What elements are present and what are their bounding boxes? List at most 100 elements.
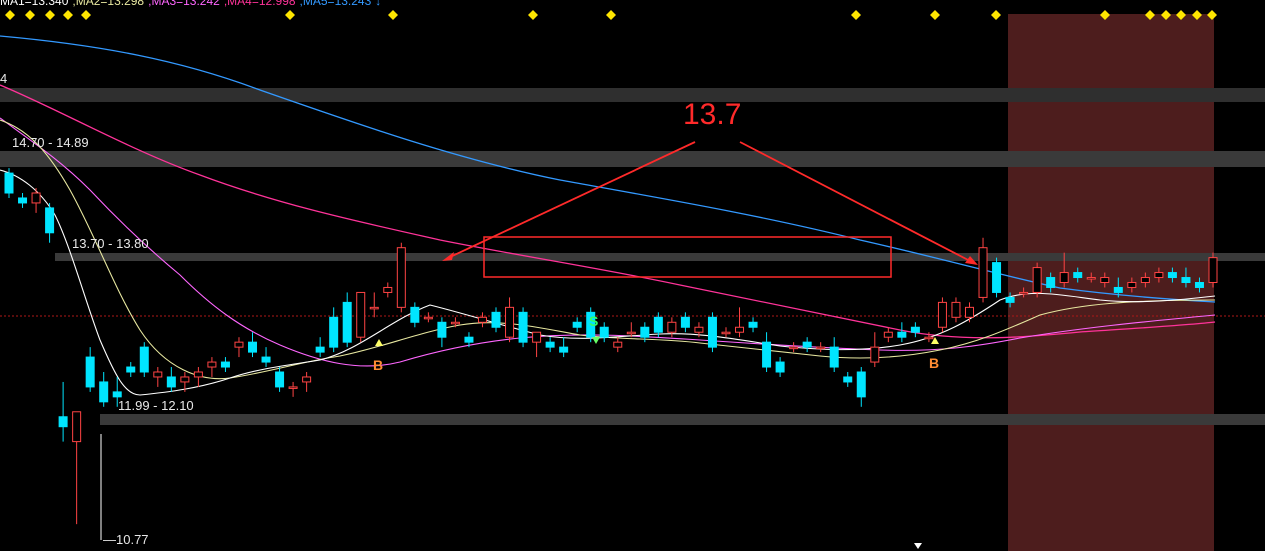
sell-signal-1: S	[589, 313, 598, 329]
band-label-1: 14.70 - 14.89	[12, 135, 89, 150]
candle-body	[1181, 277, 1191, 283]
candle-body	[1208, 257, 1218, 283]
candle-body	[775, 361, 785, 373]
candle-body	[207, 361, 217, 368]
candle-body	[220, 361, 230, 368]
candle-body	[72, 411, 82, 443]
support-band	[100, 414, 1265, 425]
candle-body	[505, 306, 515, 338]
candle-body	[450, 321, 460, 325]
candle-body	[31, 192, 41, 204]
candle-body	[329, 316, 339, 348]
candle-body	[18, 197, 28, 204]
candle-body	[870, 346, 880, 363]
candle-body	[99, 381, 109, 403]
candle-body	[491, 311, 501, 328]
candle-body	[437, 321, 447, 338]
candle-body	[1127, 282, 1137, 288]
candle-body	[856, 371, 866, 398]
candle-body	[1154, 272, 1164, 279]
buy-signal-2: B	[929, 355, 939, 371]
candle-body	[937, 301, 947, 328]
candle-body	[640, 326, 650, 338]
candle-body	[1073, 272, 1083, 279]
candle-body	[248, 341, 258, 353]
candle-body	[261, 356, 271, 363]
candle-body	[992, 262, 1002, 293]
ma1-label: MA1=13.340	[0, 0, 69, 8]
resistance-band-1	[0, 151, 1265, 167]
candle-body	[139, 346, 149, 373]
candle-body	[572, 321, 582, 328]
axis-marker: 4	[0, 71, 8, 86]
candle-body	[1046, 277, 1056, 288]
candle-body	[829, 346, 839, 368]
ma-legend: MA1=13.340 ,MA2=13.298 ,MA3=13.242 ,MA4=12.…	[0, 0, 385, 8]
resistance-band-top	[0, 88, 1265, 102]
candle-body	[883, 331, 893, 338]
candle-body	[477, 316, 487, 323]
candle-body	[789, 346, 799, 350]
band-label-2: 13.70 - 13.80	[72, 236, 149, 251]
candle-body	[234, 341, 244, 348]
candle-body	[667, 321, 677, 333]
candle-body	[559, 346, 569, 353]
candle-body	[356, 291, 366, 338]
candle-body	[1059, 272, 1069, 283]
candle-body	[748, 321, 758, 328]
candle-body	[843, 376, 853, 383]
candle-body	[707, 316, 717, 348]
candle-body	[166, 376, 176, 388]
low-price-label: —10.77	[103, 532, 149, 547]
candle-body	[464, 336, 474, 343]
candle-body	[302, 376, 312, 383]
candle-body	[694, 326, 704, 333]
candle-body	[1005, 296, 1015, 303]
resistance-band-2	[55, 253, 1265, 261]
candle-body	[978, 247, 988, 298]
candle-body	[180, 376, 190, 383]
candle-body	[964, 306, 974, 318]
candle-body	[735, 326, 745, 333]
candle-body	[410, 306, 420, 323]
candle-body	[288, 386, 298, 389]
candle-body	[762, 341, 772, 368]
candle-body	[369, 306, 379, 310]
candle-body	[1032, 267, 1042, 293]
candle-body	[126, 366, 136, 373]
candle-body	[275, 371, 285, 388]
candle-body	[58, 416, 68, 428]
candle-body	[1100, 277, 1110, 283]
candle-body	[112, 391, 122, 398]
candle-body	[653, 316, 663, 333]
candle-body	[816, 346, 826, 350]
candle-body	[680, 316, 690, 328]
candle-body	[315, 346, 325, 353]
band-label-3: 11.99 - 12.10	[118, 398, 194, 413]
candle-body	[383, 286, 393, 293]
candle-body	[1086, 277, 1096, 280]
candle-body	[193, 371, 203, 378]
candle-body	[951, 301, 961, 318]
ma5-label: ,MA5=13.243	[299, 0, 372, 8]
candle-body	[721, 331, 731, 335]
candle-body	[1194, 282, 1204, 288]
candle-body	[45, 207, 55, 234]
candle-body	[518, 311, 528, 343]
buy-signal-1: B	[373, 357, 383, 373]
candle-body	[626, 331, 636, 335]
candle-body	[1140, 277, 1150, 283]
candle-body	[1019, 291, 1029, 295]
candle-body	[545, 341, 555, 348]
candle-body	[423, 316, 433, 320]
candle-body	[153, 371, 163, 378]
candle-body	[599, 326, 609, 338]
annotation-label: 13.7	[683, 98, 742, 131]
candle-body	[802, 341, 812, 348]
candle-body	[532, 331, 542, 343]
candle-body	[85, 356, 95, 388]
candle-body	[924, 336, 934, 340]
candle-body	[342, 301, 352, 343]
candle-body	[1113, 286, 1123, 293]
down-arrow-icon: ↓	[375, 0, 382, 8]
